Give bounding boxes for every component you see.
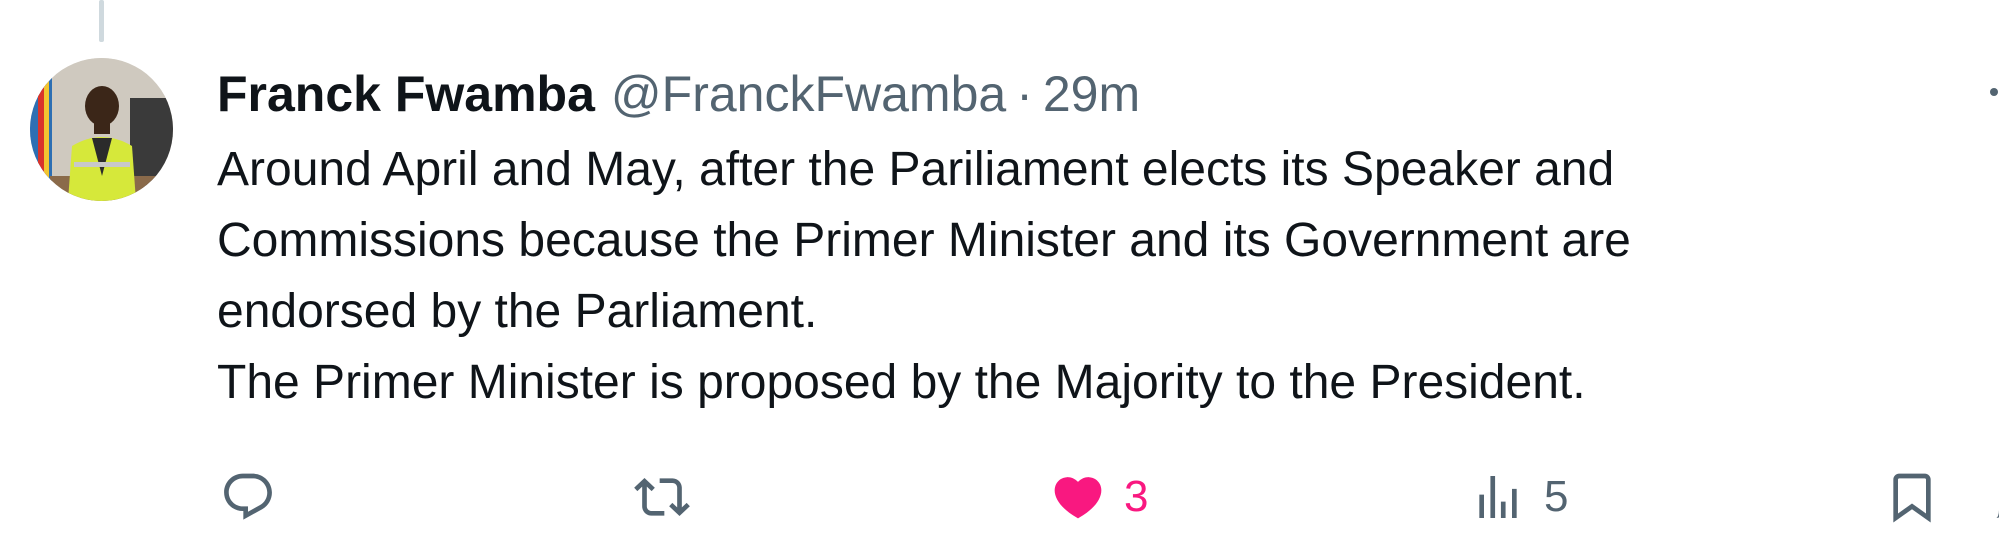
author-avatar[interactable] <box>30 58 173 201</box>
views-icon <box>1479 476 1517 518</box>
more-options-icon[interactable] <box>1990 88 1998 96</box>
bookmark-button[interactable] <box>1884 462 1940 532</box>
header-separator: · <box>1016 66 1033 122</box>
tweet-actions-bar: 3 5 <box>0 462 1999 532</box>
views-button[interactable]: 5 <box>1470 462 1568 532</box>
tweet-header: Franck Fwamba @FranckFwamba · 29m <box>217 58 1937 130</box>
tweet-text: Around April and May, after the Pariliam… <box>217 134 1937 418</box>
avatar-photo <box>30 58 173 201</box>
author-handle[interactable]: @FranckFwamba <box>611 65 1006 123</box>
author-name[interactable]: Franck Fwamba <box>217 65 595 123</box>
tweet[interactable]: Franck Fwamba @FranckFwamba · 29m Around… <box>0 0 1999 559</box>
share-icon[interactable] <box>1990 500 1999 518</box>
tweet-body: Franck Fwamba @FranckFwamba · 29m Around… <box>217 58 1937 418</box>
tweet-text-line: The Primer Minister is proposed by the M… <box>217 356 1586 409</box>
retweet-button[interactable] <box>634 462 708 532</box>
bookmark-icon <box>1893 473 1931 523</box>
like-count: 3 <box>1124 472 1149 521</box>
tweet-text-line: Commissions because the Primer Minister … <box>217 214 1631 267</box>
reply-button[interactable] <box>220 462 294 532</box>
like-button[interactable]: 3 <box>1050 462 1148 532</box>
tweet-timestamp[interactable]: 29m <box>1043 65 1140 123</box>
heart-icon <box>1054 477 1102 519</box>
retweet-icon <box>634 478 690 516</box>
views-count: 5 <box>1544 472 1569 521</box>
tweet-text-line: Around April and May, after the Pariliam… <box>217 143 1615 196</box>
tweet-text-line: endorsed by the Parliament. <box>217 285 818 338</box>
reply-icon <box>224 473 272 520</box>
